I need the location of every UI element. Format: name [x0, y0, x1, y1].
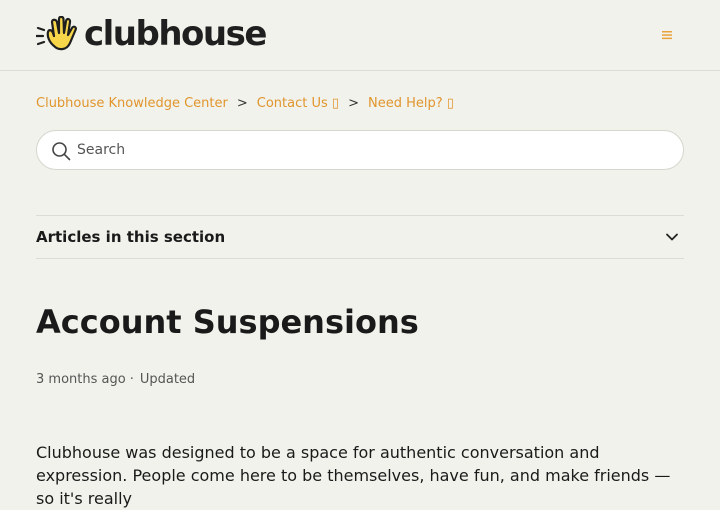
search-input[interactable]	[77, 131, 667, 169]
breadcrumb-knowledge-center[interactable]: Clubhouse Knowledge Center	[36, 96, 228, 111]
menu-icon	[662, 31, 672, 40]
article-meta: 3 months ago · Updated	[36, 372, 195, 387]
breadcrumb-contact-us[interactable]: Contact Us ▯	[257, 96, 339, 111]
article-relative-time: 3 months ago	[36, 372, 126, 387]
section-toggle-label: Articles in this section	[36, 228, 226, 246]
chevron-down-icon	[666, 233, 678, 241]
breadcrumb-need-help[interactable]: Need Help? ▯	[368, 96, 454, 111]
meta-separator: ·	[129, 372, 134, 387]
search-icon	[52, 142, 71, 161]
clubhouse-logo[interactable]: clubhouse	[36, 14, 267, 54]
article-status: Updated	[139, 372, 196, 387]
article-body: Clubhouse was designed to be a space for…	[36, 443, 671, 508]
breadcrumb-separator: >	[236, 96, 248, 111]
waving-hand-icon	[36, 16, 77, 51]
logo-wordmark: clubhouse	[84, 14, 267, 54]
search-bar[interactable]	[36, 130, 684, 170]
menu-button[interactable]	[660, 28, 674, 42]
page-title: Account Suspensions	[36, 303, 419, 341]
breadcrumb: Clubhouse Knowledge Center > Contact Us ▯ >…	[36, 95, 454, 113]
site-header: clubhouse	[0, 0, 720, 71]
articles-section-toggle[interactable]: Articles in this section	[36, 215, 684, 259]
breadcrumb-separator: >	[348, 96, 359, 111]
